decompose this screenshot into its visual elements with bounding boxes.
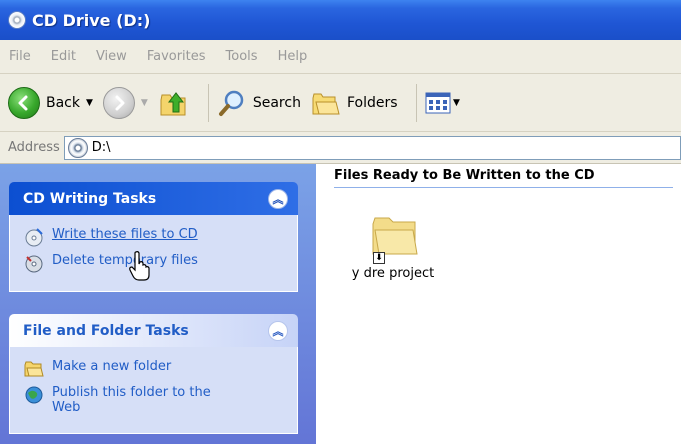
collapse-chevron-icon[interactable]: ︽	[268, 320, 288, 341]
back-label: Back	[46, 94, 80, 111]
menu-view[interactable]: View	[96, 49, 127, 64]
menu-tools[interactable]: Tools	[226, 49, 258, 64]
folders-button[interactable]: Folders	[311, 88, 398, 118]
task-pane: CD Writing Tasks ︽ Write these files to …	[0, 164, 316, 444]
cd-writing-tasks-body: Write these files to CD Delete temporary…	[9, 215, 298, 292]
back-dropdown-icon[interactable]: ▼	[86, 98, 93, 108]
write-files-to-cd-link[interactable]: Write these files to CD	[52, 227, 198, 242]
up-button[interactable]	[158, 88, 190, 118]
back-arrow-icon	[8, 86, 40, 119]
folder-item[interactable]: ⬇ y dre project	[338, 214, 448, 281]
address-value: D:\	[91, 140, 111, 155]
title-bar[interactable]: CD Drive (D:)	[0, 0, 681, 40]
cd-write-icon	[25, 228, 43, 247]
make-new-folder-link[interactable]: Make a new folder	[52, 359, 171, 374]
toolbar-separator	[207, 83, 209, 122]
views-icon	[425, 92, 451, 113]
folder-icon: ⬇	[365, 214, 421, 264]
file-list-pane: Files Ready to Be Written to the CD ⬇ y …	[316, 164, 681, 444]
folders-icon	[312, 93, 340, 114]
write-files-to-cd-task[interactable]: Write these files to CD	[24, 227, 287, 247]
address-field[interactable]: D:\	[63, 135, 681, 160]
menu-help[interactable]: Help	[278, 49, 308, 64]
forward-dropdown-icon[interactable]: ▼	[141, 98, 148, 108]
menu-bar: File Edit View Favorites Tools Help	[0, 40, 681, 74]
publish-folder-web-task[interactable]: Publish this folder to the Web	[24, 385, 287, 415]
cd-drive-icon	[8, 11, 26, 29]
pending-write-icon: ⬇	[373, 252, 385, 264]
forward-button[interactable]: ▼	[102, 86, 148, 119]
menu-favorites[interactable]: Favorites	[147, 49, 206, 64]
file-folder-tasks-body: Make a new folder Publish this folder to…	[9, 347, 298, 434]
folder-up-icon	[160, 91, 186, 115]
file-folder-tasks-panel: File and Folder Tasks ︽ Make a new folde…	[9, 314, 298, 434]
search-label: Search	[252, 94, 301, 111]
toolbar: Back ▼ ▼ Search Folders ▼	[0, 74, 681, 132]
folders-label: Folders	[346, 94, 398, 111]
file-folder-tasks-header[interactable]: File and Folder Tasks ︽	[9, 314, 298, 347]
back-button[interactable]: Back ▼	[8, 86, 93, 119]
publish-web-icon	[25, 386, 43, 404]
address-label: Address	[8, 140, 60, 155]
cd-writing-tasks-header[interactable]: CD Writing Tasks ︽	[9, 182, 298, 215]
folder-name: y dre project	[351, 266, 435, 281]
views-button[interactable]: ▼	[425, 88, 461, 118]
group-header: Files Ready to Be Written to the CD	[334, 164, 673, 188]
delete-temporary-files-task[interactable]: Delete temporary files	[24, 253, 287, 273]
address-bar: Address D:\	[0, 132, 681, 164]
menu-file[interactable]: File	[9, 49, 31, 64]
cd-drive-icon	[67, 137, 88, 158]
file-folder-tasks-title: File and Folder Tasks	[23, 322, 189, 339]
views-dropdown-icon[interactable]: ▼	[453, 98, 460, 108]
cd-delete-icon	[25, 255, 43, 273]
toolbar-separator	[415, 83, 417, 122]
menu-edit[interactable]: Edit	[51, 49, 76, 64]
window-title: CD Drive (D:)	[32, 10, 151, 30]
make-new-folder-task[interactable]: Make a new folder	[24, 359, 287, 379]
publish-folder-web-link[interactable]: Publish this folder to the Web	[52, 385, 232, 415]
delete-temporary-files-link[interactable]: Delete temporary files	[52, 253, 198, 268]
collapse-chevron-icon[interactable]: ︽	[268, 188, 288, 209]
search-icon	[218, 90, 244, 116]
new-folder-icon	[24, 361, 44, 377]
search-button[interactable]: Search	[217, 88, 301, 118]
cd-writing-tasks-title: CD Writing Tasks	[23, 190, 157, 207]
cd-writing-tasks-panel: CD Writing Tasks ︽ Write these files to …	[9, 182, 298, 292]
forward-arrow-icon	[102, 86, 135, 119]
